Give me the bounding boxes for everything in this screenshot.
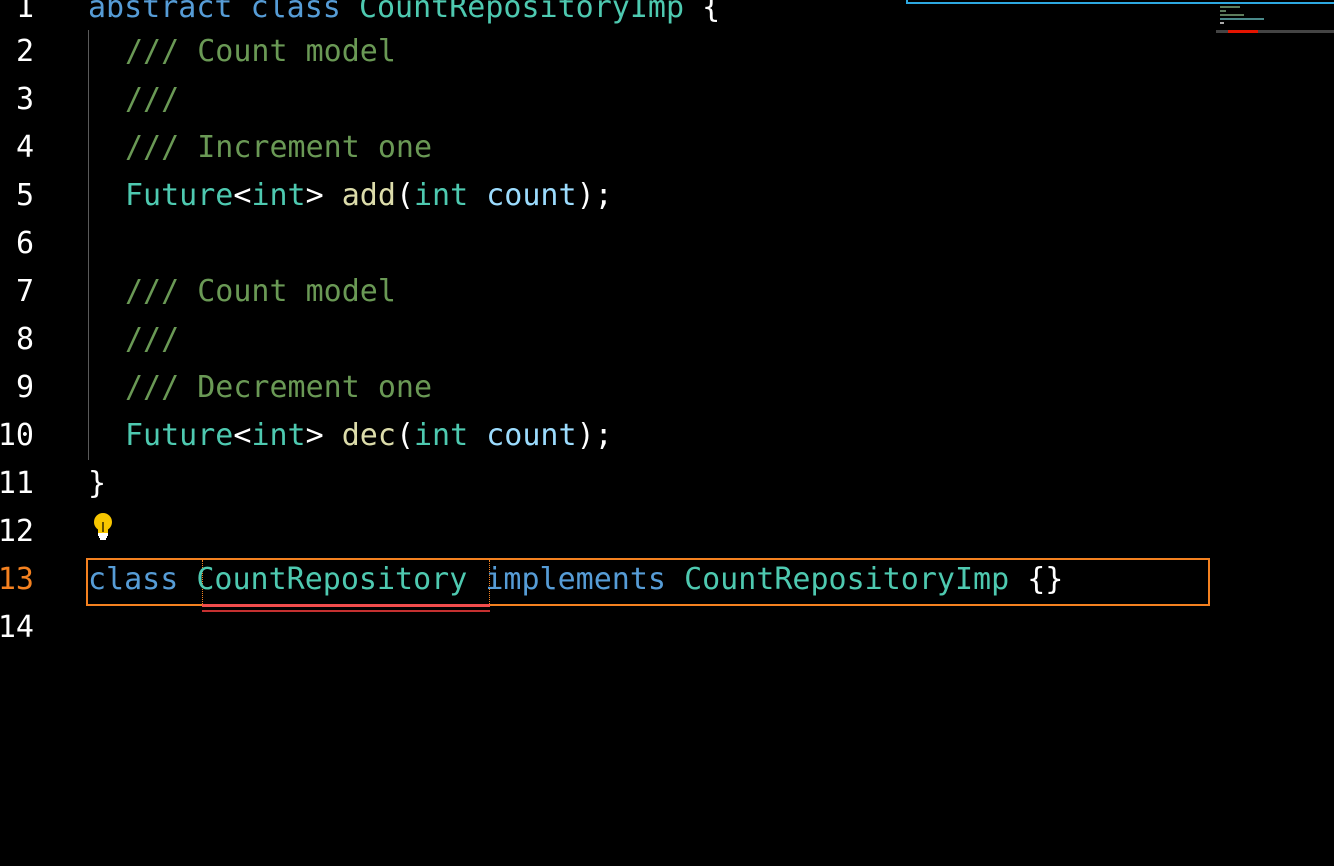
punctuation: < <box>233 178 252 213</box>
comment: /// Increment one <box>125 130 433 165</box>
type-name: Future <box>125 418 234 453</box>
error-squiggle <box>202 604 490 607</box>
brace: } <box>88 466 107 501</box>
comment: /// <box>125 322 180 357</box>
code-line-4[interactable]: /// Increment one <box>125 124 432 172</box>
keyword: abstract <box>88 0 233 25</box>
comment: /// Decrement one <box>125 370 433 405</box>
punctuation: ); <box>576 178 613 213</box>
punctuation: > <box>305 418 324 453</box>
minimap-line <box>1220 14 1244 16</box>
line-number: 12 <box>0 514 34 549</box>
punctuation: ( <box>395 418 414 453</box>
function-name: add <box>341 178 396 213</box>
minimap[interactable] <box>1216 0 1334 40</box>
line-number: 10 <box>0 418 34 453</box>
braces: {} <box>1027 562 1064 597</box>
code-line-11[interactable]: } <box>88 460 106 508</box>
code-line-13[interactable]: class CountRepository implements CountRe… <box>88 556 1063 604</box>
punctuation: > <box>305 178 324 213</box>
minimap-line <box>1220 6 1240 8</box>
parameter: count <box>486 418 577 453</box>
line-number: 14 <box>0 610 34 645</box>
code-line-5[interactable]: Future<int> add(int count); <box>125 172 613 220</box>
code-line-8[interactable]: /// <box>125 316 179 364</box>
line-number: 8 <box>15 322 34 357</box>
keyword: class <box>88 562 179 597</box>
minimap-line <box>1220 18 1264 20</box>
line-number: 7 <box>15 274 34 309</box>
line-number: 5 <box>15 178 34 213</box>
indent-guide <box>88 30 89 460</box>
type-name: int <box>414 178 469 213</box>
line-number: 6 <box>15 226 34 261</box>
code-line-9[interactable]: /// Decrement one <box>125 364 432 412</box>
comment: /// <box>125 82 180 117</box>
type-name: CountRepositoryImp <box>684 562 1010 597</box>
type-name: int <box>251 418 306 453</box>
line-number: 9 <box>15 370 34 405</box>
punctuation: ( <box>395 178 414 213</box>
minimap-line <box>1220 10 1226 12</box>
comment: /// Count model <box>125 34 396 69</box>
keyword: implements <box>485 562 666 597</box>
code-line-2[interactable]: /// Count model <box>125 28 396 76</box>
line-number: 11 <box>0 466 34 501</box>
comment: /// Count model <box>125 274 396 309</box>
type-name-error[interactable]: CountRepository <box>196 562 467 597</box>
code-line-7[interactable]: /// Count model <box>125 268 396 316</box>
error-squiggle-underline <box>202 610 490 612</box>
parameter: count <box>486 178 577 213</box>
type-name: CountRepositoryImp <box>358 0 685 25</box>
type-name: int <box>414 418 469 453</box>
line-number: 4 <box>15 130 34 165</box>
brace: { <box>702 0 721 25</box>
code-line-10[interactable]: Future<int> dec(int count); <box>125 412 613 460</box>
code-editor[interactable]: 1 2 3 4 5 6 7 8 9 10 11 12 13 14 abstrac… <box>0 0 1334 866</box>
punctuation: < <box>233 418 252 453</box>
lightbulb-icon[interactable] <box>92 512 114 542</box>
punctuation: ); <box>576 418 613 453</box>
function-name: dec <box>341 418 396 453</box>
code-line-3[interactable]: /// <box>125 76 179 124</box>
line-number-active: 13 <box>0 562 34 597</box>
line-number: 3 <box>15 82 34 117</box>
type-name: Future <box>125 178 234 213</box>
keyword: class <box>250 0 341 25</box>
minimap-line <box>1220 22 1224 24</box>
minimap-error-marker <box>1228 30 1258 33</box>
line-number: 2 <box>15 34 34 69</box>
type-name: int <box>251 178 306 213</box>
